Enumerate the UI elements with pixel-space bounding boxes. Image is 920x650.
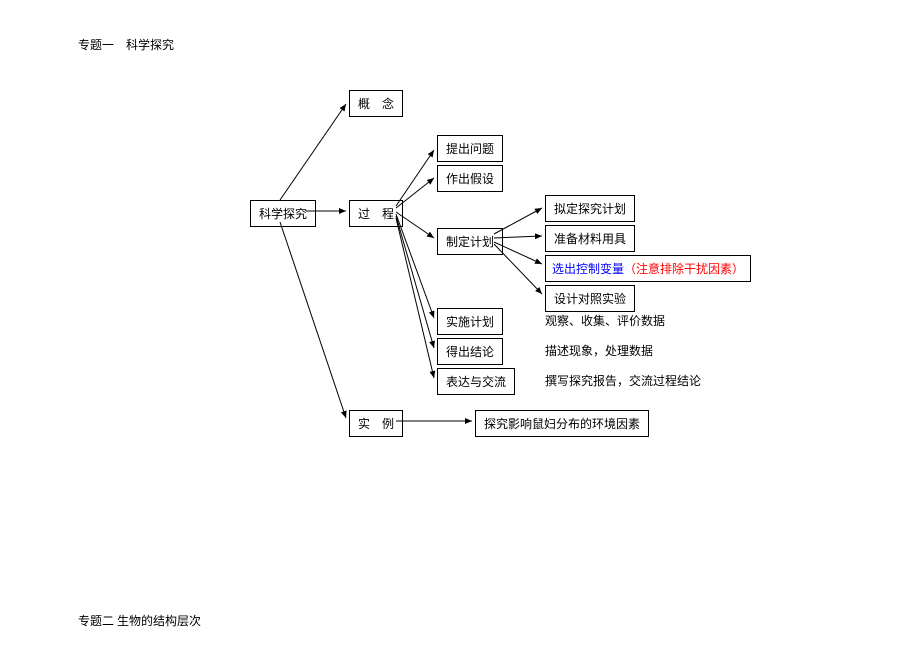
node-raise-question: 提出问题 [437,135,503,162]
node-make-hypothesis: 作出假设 [437,165,503,192]
node-make-plan: 制定计划 [437,228,503,255]
note-implement: 观察、收集、评价数据 [545,312,665,329]
node-implement-plan: 实施计划 [437,308,503,335]
text-select-control: 选出控制变量 [552,262,624,276]
node-draft-plan: 拟定探究计划 [545,195,635,222]
node-prepare-materials: 准备材料用具 [545,225,635,252]
node-process: 过 程 [349,200,403,227]
node-example-content: 探究影响鼠妇分布的环境因素 [475,410,649,437]
node-select-control: 选出控制变量（注意排除干扰因素） [545,255,751,282]
text-select-control-note: （注意排除干扰因素） [624,262,744,276]
node-draw-conclusion: 得出结论 [437,338,503,365]
note-express: 撰写探究报告，交流过程结论 [545,372,701,389]
heading-topic-2: 专题二 生物的结构层次 [78,612,201,629]
node-concept: 概 念 [349,90,403,117]
node-example: 实 例 [349,410,403,437]
node-design-control: 设计对照实验 [545,285,635,312]
node-root: 科学探究 [250,200,316,227]
heading-topic-1: 专题一 科学探究 [78,36,174,53]
note-conclusion: 描述现象，处理数据 [545,342,653,359]
node-express-communicate: 表达与交流 [437,368,515,395]
